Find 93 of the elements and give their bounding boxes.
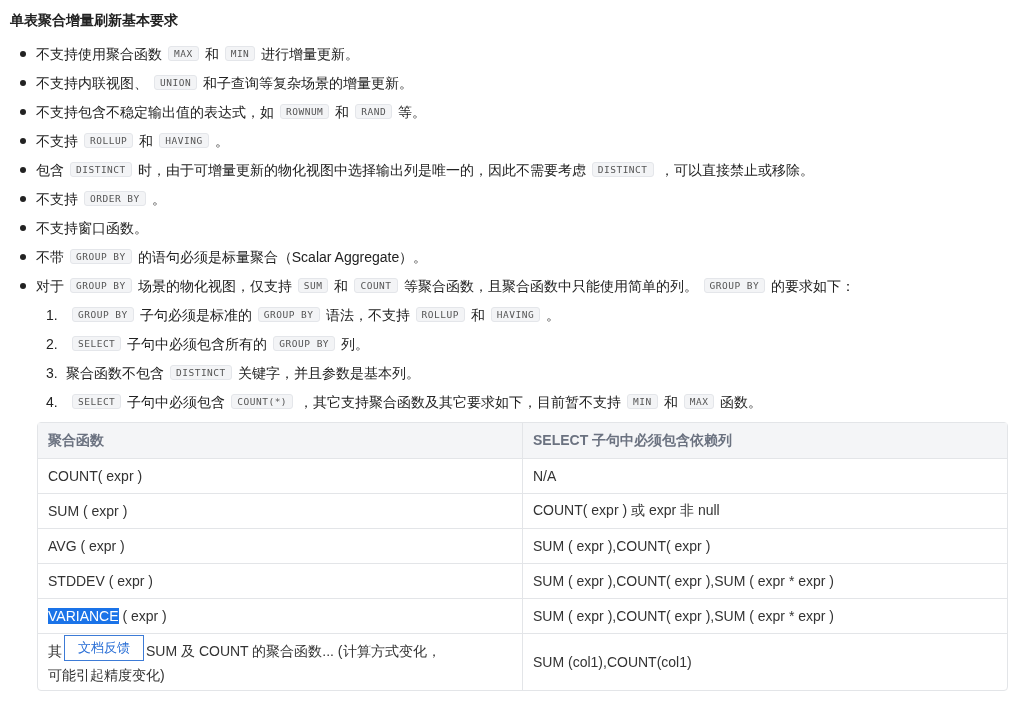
code-keyword: GROUP BY [703, 278, 766, 293]
code-keyword: MAX [168, 46, 199, 61]
code-keyword: DISTINCT [591, 162, 654, 177]
table-cell-text: N/A [533, 468, 557, 484]
table-cell-text: COUNT( expr ) 或 expr 非 null [533, 502, 720, 518]
code-keyword: UNION [154, 75, 198, 90]
bullet-icon [20, 137, 26, 144]
list-number: 4. [46, 393, 59, 410]
code-keyword: ORDER BY [84, 191, 146, 206]
code-keyword: GROUP BY [273, 336, 336, 351]
list-text: 聚合函数不包含 [66, 363, 164, 383]
column-header: 聚合函数 [38, 423, 523, 459]
code-keyword: HAVING [159, 133, 209, 148]
list-text: 不支持窗口函数。 [36, 218, 148, 238]
list-text: 子句必须是标准的 [139, 305, 252, 325]
list-text: 进行增量更新。 [261, 44, 360, 64]
list-text: 等聚合函数，且聚合函数中只能使用简单的列。 [403, 276, 698, 296]
table-cell-text: SUM ( expr ),COUNT( expr ),SUM ( expr * expr ) [533, 573, 835, 589]
code-keyword: GROUP BY [70, 249, 132, 264]
list-text: 不支持 [36, 189, 78, 209]
table-cell-text: SUM 及 COUNT 的聚合函数... (计算方式变化， [146, 642, 441, 661]
list-text: 语法，不支持 [325, 305, 410, 325]
list-text: ，可以直接禁止或移除。 [659, 160, 814, 180]
list-text: 不支持包含不稳定输出值的表达式，如 [36, 102, 274, 122]
code-keyword: MIN [627, 394, 658, 409]
code-keyword: DISTINCT [70, 162, 132, 177]
bullet-icon [20, 224, 26, 231]
list-text: 。 [546, 305, 561, 325]
code-keyword: ROWNUM [280, 104, 330, 119]
code-keyword: MIN [224, 46, 256, 61]
bullet-icon [20, 50, 26, 57]
list-text: 列。 [341, 334, 370, 354]
list-number: 1. [46, 306, 59, 323]
list-text: 等。 [398, 102, 427, 122]
bullet-icon [20, 79, 26, 86]
section-heading: 单表聚合增量刷新基本要求 [10, 11, 179, 30]
code-keyword: ROLLUP [415, 307, 465, 322]
bullet-icon [20, 166, 26, 173]
list-text: 和 [139, 131, 154, 151]
list-text: 子句中必须包含所有的 [127, 334, 268, 354]
list-text: 和 [663, 392, 678, 412]
code-keyword: SUM [297, 278, 329, 293]
list-text: 的语句必须是标量聚合（Scalar Aggregate）。 [137, 247, 428, 267]
table-cell-text: SUM ( expr ),COUNT( expr ),SUM ( expr * expr ) [533, 608, 835, 624]
list-text: ，其它支持聚合函数及其它要求如下，目前暂不支持 [299, 392, 622, 412]
code-keyword: GROUP BY [70, 278, 132, 293]
list-text: 不支持 [36, 131, 78, 151]
column-header: SELECT 子句中必须包含依赖列 [523, 423, 1007, 459]
list-text: 关键字，并且参数是基本列。 [237, 363, 420, 383]
bullet-icon [20, 282, 26, 289]
code-keyword: COUNT [354, 278, 398, 293]
code-keyword: DISTINCT [170, 365, 232, 380]
list-text: 和 [470, 305, 485, 325]
list-text: 时，由于可增量更新的物化视图中选择输出列是唯一的，因此不需要考虑 [137, 160, 586, 180]
list-text: 和 [204, 44, 219, 64]
code-keyword: HAVING [490, 307, 541, 322]
list-text: 。 [214, 131, 229, 151]
table-cell-text: 可能引起精度变化) [48, 667, 165, 683]
code-keyword: ROLLUP [84, 133, 134, 148]
list-text: 。 [151, 189, 166, 209]
list-text: 和 [334, 276, 349, 296]
list-text: 和 [335, 102, 350, 122]
list-text: 的要求如下： [771, 276, 856, 296]
code-keyword: COUNT(*) [231, 394, 294, 409]
code-keyword: SELECT [72, 394, 122, 409]
table-cell-text: 其 [48, 642, 62, 661]
table-cell-text: SUM ( expr ) [48, 503, 128, 519]
code-keyword: MAX [683, 394, 715, 409]
list-text: 对于 [36, 276, 64, 296]
bullet-icon [20, 108, 26, 115]
code-keyword: RAND [355, 104, 393, 119]
list-text: 不支持使用聚合函数 [36, 44, 162, 64]
list-text: 和子查询等复杂场景的增量更新。 [203, 73, 414, 93]
table-cell-text: COUNT( expr ) [48, 468, 143, 484]
list-text: 场景的物化视图，仅支持 [137, 276, 292, 296]
table-cell-text: AVG ( expr ) [48, 538, 125, 554]
code-keyword: GROUP BY [72, 307, 134, 322]
code-keyword: GROUP BY [257, 307, 320, 322]
list-text: 函数。 [720, 392, 763, 412]
table-cell-text: VARIANCE ( expr ) [48, 608, 167, 624]
list-text: 不带 [36, 247, 64, 267]
list-number: 3. [46, 364, 59, 381]
feedback-button[interactable]: 文档反馈 [64, 635, 144, 661]
table-cell-text: SUM ( expr ),COUNT( expr ) [533, 538, 711, 554]
bullet-icon [20, 253, 26, 260]
code-keyword: SELECT [72, 336, 122, 351]
list-text: 不支持内联视图、 [36, 73, 148, 93]
list-text: 包含 [36, 160, 64, 180]
table-cell-text: SUM (col1),COUNT(col1) [533, 654, 692, 670]
list-text: 子句中必须包含 [127, 392, 226, 412]
bullet-icon [20, 195, 26, 202]
list-number: 2. [46, 335, 59, 352]
table-cell-text: STDDEV ( expr ) [48, 573, 153, 589]
